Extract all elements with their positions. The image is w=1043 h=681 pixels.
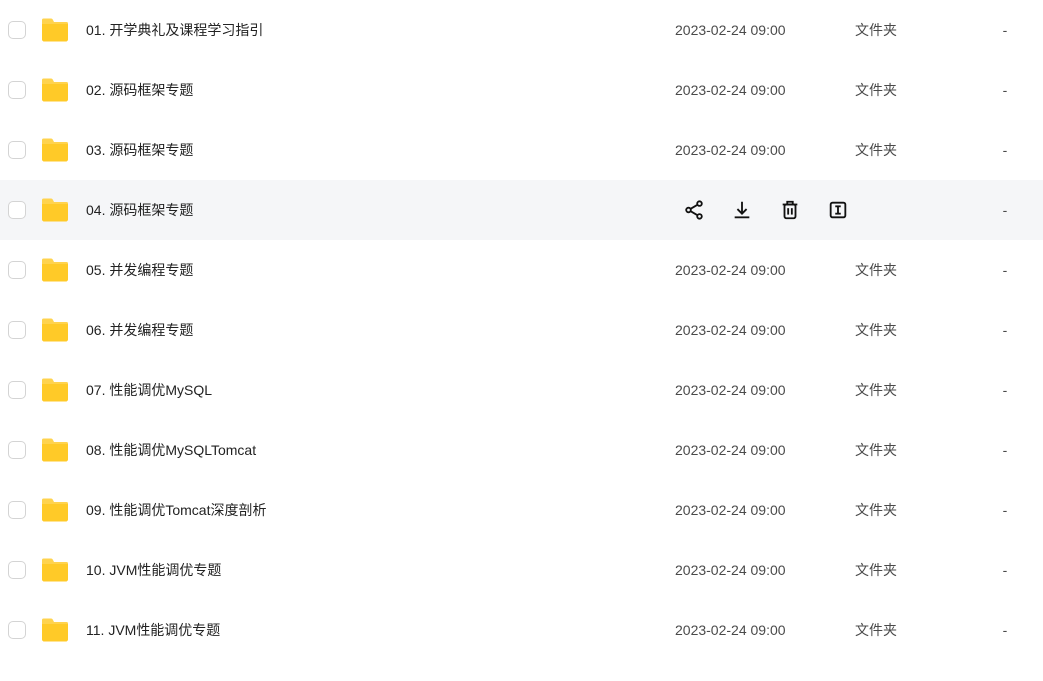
file-date: 2023-02-24 09:00 xyxy=(675,502,855,518)
row-checkbox[interactable] xyxy=(8,441,26,459)
row-checkbox[interactable] xyxy=(8,381,26,399)
share-icon[interactable] xyxy=(683,199,705,221)
file-row[interactable]: 10. JVM性能调优专题 2023-02-24 09:00 文件夹 - xyxy=(0,540,1043,600)
download-icon[interactable] xyxy=(731,199,753,221)
folder-icon xyxy=(40,317,70,343)
file-type: 文件夹 xyxy=(855,260,975,280)
folder-icon xyxy=(40,137,70,163)
file-date: 2023-02-24 09:00 xyxy=(675,142,855,158)
file-type: 文件夹 xyxy=(855,380,975,400)
file-type: 文件夹 xyxy=(855,20,975,40)
file-row[interactable]: 07. 性能调优MySQL 2023-02-24 09:00 文件夹 - xyxy=(0,360,1043,420)
rename-icon[interactable] xyxy=(827,199,849,221)
file-type: 文件夹 xyxy=(855,560,975,580)
file-size: - xyxy=(975,202,1035,218)
file-size: - xyxy=(975,262,1035,278)
folder-icon xyxy=(40,557,70,583)
row-checkbox[interactable] xyxy=(8,81,26,99)
delete-icon[interactable] xyxy=(779,199,801,221)
file-size: - xyxy=(975,442,1035,458)
file-name[interactable]: 06. 并发编程专题 xyxy=(86,320,675,340)
file-size: - xyxy=(975,142,1035,158)
folder-icon xyxy=(40,617,70,643)
file-name[interactable]: 07. 性能调优MySQL xyxy=(86,380,675,400)
file-date: 2023-02-24 09:00 xyxy=(675,562,855,578)
row-checkbox[interactable] xyxy=(8,321,26,339)
file-row[interactable]: 05. 并发编程专题 2023-02-24 09:00 文件夹 - xyxy=(0,240,1043,300)
folder-icon xyxy=(40,197,70,223)
folder-icon xyxy=(40,17,70,43)
file-row[interactable]: 01. 开学典礼及课程学习指引 2023-02-24 09:00 文件夹 - xyxy=(0,0,1043,60)
file-size: - xyxy=(975,22,1035,38)
folder-icon xyxy=(40,77,70,103)
file-name[interactable]: 09. 性能调优Tomcat深度剖析 xyxy=(86,500,675,520)
row-checkbox[interactable] xyxy=(8,261,26,279)
file-date: 2023-02-24 09:00 xyxy=(675,262,855,278)
file-name[interactable]: 02. 源码框架专题 xyxy=(86,80,675,100)
row-checkbox[interactable] xyxy=(8,21,26,39)
file-row[interactable]: 08. 性能调优MySQLTomcat 2023-02-24 09:00 文件夹… xyxy=(0,420,1043,480)
file-row[interactable]: 09. 性能调优Tomcat深度剖析 2023-02-24 09:00 文件夹 … xyxy=(0,480,1043,540)
file-date: 2023-02-24 09:00 xyxy=(675,22,855,38)
file-name[interactable]: 10. JVM性能调优专题 xyxy=(86,560,675,580)
file-date: 2023-02-24 09:00 xyxy=(675,382,855,398)
file-name[interactable]: 03. 源码框架专题 xyxy=(86,140,675,160)
file-name[interactable]: 01. 开学典礼及课程学习指引 xyxy=(86,20,675,40)
file-size: - xyxy=(975,562,1035,578)
row-actions xyxy=(675,199,855,221)
file-type: 文件夹 xyxy=(855,140,975,160)
file-list: 01. 开学典礼及课程学习指引 2023-02-24 09:00 文件夹 - 0… xyxy=(0,0,1043,660)
row-checkbox[interactable] xyxy=(8,621,26,639)
folder-icon xyxy=(40,377,70,403)
file-size: - xyxy=(975,502,1035,518)
file-type: 文件夹 xyxy=(855,620,975,640)
file-type: 文件夹 xyxy=(855,80,975,100)
file-name[interactable]: 11. JVM性能调优专题 xyxy=(86,620,675,640)
file-name[interactable]: 04. 源码框架专题 xyxy=(86,200,675,220)
file-size: - xyxy=(975,382,1035,398)
file-size: - xyxy=(975,322,1035,338)
file-row[interactable]: 03. 源码框架专题 2023-02-24 09:00 文件夹 - xyxy=(0,120,1043,180)
file-name[interactable]: 05. 并发编程专题 xyxy=(86,260,675,280)
row-checkbox[interactable] xyxy=(8,201,26,219)
file-date: 2023-02-24 09:00 xyxy=(675,322,855,338)
file-date: 2023-02-24 09:00 xyxy=(675,622,855,638)
file-row[interactable]: 04. 源码框架专题 - xyxy=(0,180,1043,240)
file-name[interactable]: 08. 性能调优MySQLTomcat xyxy=(86,440,675,460)
file-date: 2023-02-24 09:00 xyxy=(675,442,855,458)
file-date: 2023-02-24 09:00 xyxy=(675,82,855,98)
folder-icon xyxy=(40,257,70,283)
folder-icon xyxy=(40,437,70,463)
file-type: 文件夹 xyxy=(855,440,975,460)
row-checkbox[interactable] xyxy=(8,561,26,579)
row-checkbox[interactable] xyxy=(8,141,26,159)
file-size: - xyxy=(975,622,1035,638)
file-type: 文件夹 xyxy=(855,320,975,340)
folder-icon xyxy=(40,497,70,523)
file-row[interactable]: 11. JVM性能调优专题 2023-02-24 09:00 文件夹 - xyxy=(0,600,1043,660)
file-row[interactable]: 06. 并发编程专题 2023-02-24 09:00 文件夹 - xyxy=(0,300,1043,360)
row-checkbox[interactable] xyxy=(8,501,26,519)
file-size: - xyxy=(975,82,1035,98)
file-row[interactable]: 02. 源码框架专题 2023-02-24 09:00 文件夹 - xyxy=(0,60,1043,120)
file-type: 文件夹 xyxy=(855,500,975,520)
